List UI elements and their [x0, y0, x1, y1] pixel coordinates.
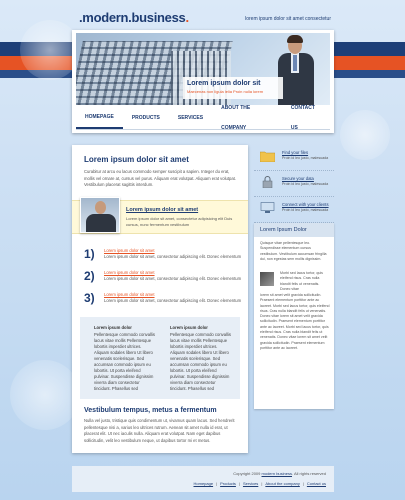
sidebar-item-clients[interactable]: Connect with your clients Proin id leo j…: [254, 197, 334, 223]
nav-divider: [76, 129, 330, 130]
footer-links: Homepage | Products | Services | About the …: [193, 481, 327, 486]
sidebar-box-text: Quisque vitae pellentesque leo. Suspendi…: [260, 241, 327, 261]
feature-text: Lorem ipsum dolor sit amet, consectetur …: [126, 216, 233, 227]
column-right: Lorem ipsum dolor Pellentesque commodo c…: [170, 325, 232, 392]
sidebar-info-box: Lorem Ipsum Dolor Quisque vitae pellente…: [254, 223, 334, 409]
logo-text: .modern.business: [79, 10, 186, 25]
copyright-prefix: Copyright 2009: [233, 471, 261, 476]
sidebar-item-files[interactable]: Find your files Proin id leo justo, male…: [254, 145, 334, 171]
banner-caption: Lorem ipsum dolor sit Maecenas non ligul…: [183, 77, 283, 99]
step-text: Lorem ipsum dolor sit amet, consectetur …: [104, 254, 242, 259]
step-number: 2): [84, 269, 95, 283]
sidebar: Find your files Proin id leo justo, male…: [254, 145, 334, 409]
sidebar-item-title[interactable]: Connect with your clients: [282, 202, 329, 207]
footer-link-contact[interactable]: Contact us: [307, 481, 326, 486]
hero-banner: Lorem ipsum dolor sit Maecenas non ligul…: [76, 33, 330, 105]
nav-item-homepage[interactable]: HOMEPAGE: [76, 107, 123, 129]
sidebar-box-text: Morbi sed lacus tortor, quis eleifend ri…: [280, 271, 323, 291]
footer-link-services[interactable]: Services: [243, 481, 258, 486]
step-number: 3): [84, 291, 95, 305]
step-link[interactable]: Lorem ipsum dolor sit amet: [104, 292, 155, 297]
background-glow: [20, 20, 80, 80]
lock-icon: [262, 176, 273, 188]
step-number: 1): [84, 247, 95, 261]
logo-dot: .: [185, 10, 189, 25]
nav-item-services[interactable]: SERVICES: [169, 108, 212, 128]
section-title: Vestibulum tempus, metus a fermentum: [84, 407, 217, 414]
sidebar-item-sub: Proin id leo justo, malesuada: [282, 182, 329, 186]
sidebar-box-title: Lorem Ipsum Dolor: [254, 223, 334, 237]
sidebar-item-sub: Proin id leo justo, malesuada: [282, 208, 329, 212]
feature-photo: [80, 197, 120, 233]
sidebar-item-title[interactable]: Secure your data: [282, 176, 314, 181]
list-item: 2) Lorem ipsum dolor sit amet Lorem ipsu…: [84, 269, 244, 291]
steps-list: 1) Lorem ipsum dolor sit amet Lorem ipsu…: [84, 247, 244, 313]
site-tagline: lorem ipsum dolor sit amet consectetur: [245, 16, 331, 22]
copyright-link[interactable]: modern business: [262, 471, 292, 476]
sidebar-box-text: lorem sit amet velit gravida sollicitudi…: [260, 293, 330, 350]
footer-link-products[interactable]: Products: [220, 481, 236, 486]
folder-icon: [260, 151, 275, 162]
sidebar-item-title[interactable]: Find your files: [282, 150, 308, 155]
step-link[interactable]: Lorem ipsum dolor sit amet: [104, 270, 155, 275]
column-text: Pellentesque commodo convallis lacus vit…: [94, 332, 155, 391]
section-paragraph: Nulla vel justo, tristique quis condimen…: [84, 418, 235, 443]
step-link[interactable]: Lorem ipsum dolor sit amet: [104, 248, 155, 253]
monitor-icon: [260, 202, 275, 213]
step-text: Lorem ipsum dolor sit amet, consectetur …: [104, 276, 242, 281]
list-item: 3) Lorem ipsum dolor sit amet Lorem ipsu…: [84, 291, 244, 313]
background-glow: [340, 110, 390, 160]
person-tie: [293, 55, 297, 71]
main-nav: HOMEPAGE PRODUCTS SERVICES ABOUT THE COM…: [76, 105, 330, 131]
site-logo[interactable]: .modern.business.: [79, 10, 189, 25]
column-title: Lorem ipsum dolor: [94, 325, 132, 330]
two-column-box: Lorem ipsum dolor Pellentesque commodo c…: [80, 317, 240, 399]
main-content: Lorem ipsum dolor sit amet Curabitur at …: [72, 145, 248, 453]
header-card: Lorem ipsum dolor sit Maecenas non ligul…: [72, 30, 334, 133]
sidebar-item-sub: Proin id leo justo, malesuada: [282, 156, 329, 160]
sidebar-item-secure[interactable]: Secure your data Proin id leo justo, mal…: [254, 171, 334, 197]
feature-title-link[interactable]: Lorem ipsum dolor sit amet: [126, 207, 198, 213]
nav-item-products[interactable]: PRODUCTS: [123, 108, 169, 128]
feature-box: Lorem ipsum dolor sit amet Lorem ipsum d…: [72, 197, 248, 234]
main-paragraph: Curabitur at arcu eu lacus commodo sempe…: [84, 169, 236, 187]
person-hair: [287, 35, 303, 43]
feature-person-head: [95, 201, 106, 214]
list-item: 1) Lorem ipsum dolor sit amet Lorem ipsu…: [84, 247, 244, 269]
main-title: Lorem ipsum dolor sit amet: [84, 155, 189, 164]
footer: Copyright 2009 modern business. All righ…: [72, 466, 334, 492]
copyright: Copyright 2009 modern business. All righ…: [233, 471, 326, 476]
nav-item-contact[interactable]: CONTACT US: [282, 98, 330, 138]
column-text: Pellentesque commodo convallis lacus vit…: [170, 332, 231, 391]
background-glow: [10, 360, 80, 430]
footer-link-about[interactable]: About the company: [265, 481, 299, 486]
step-text: Lorem ipsum dolor sit amet, consectetur …: [104, 298, 242, 303]
sidebar-box-image: [260, 272, 274, 286]
nav-item-about[interactable]: ABOUT THE COMPANY: [212, 98, 282, 138]
column-title: Lorem ipsum dolor: [170, 325, 208, 330]
feature-person-body: [86, 214, 116, 232]
banner-subtitle: Maecenas non ligula lelia Proin nulla lo…: [187, 89, 264, 94]
column-left: Lorem ipsum dolor Pellentesque commodo c…: [94, 325, 156, 392]
footer-link-homepage[interactable]: Homepage: [194, 481, 214, 486]
copyright-suffix: . All rights reserved: [291, 471, 326, 476]
banner-title: Lorem ipsum dolor sit: [187, 80, 261, 87]
